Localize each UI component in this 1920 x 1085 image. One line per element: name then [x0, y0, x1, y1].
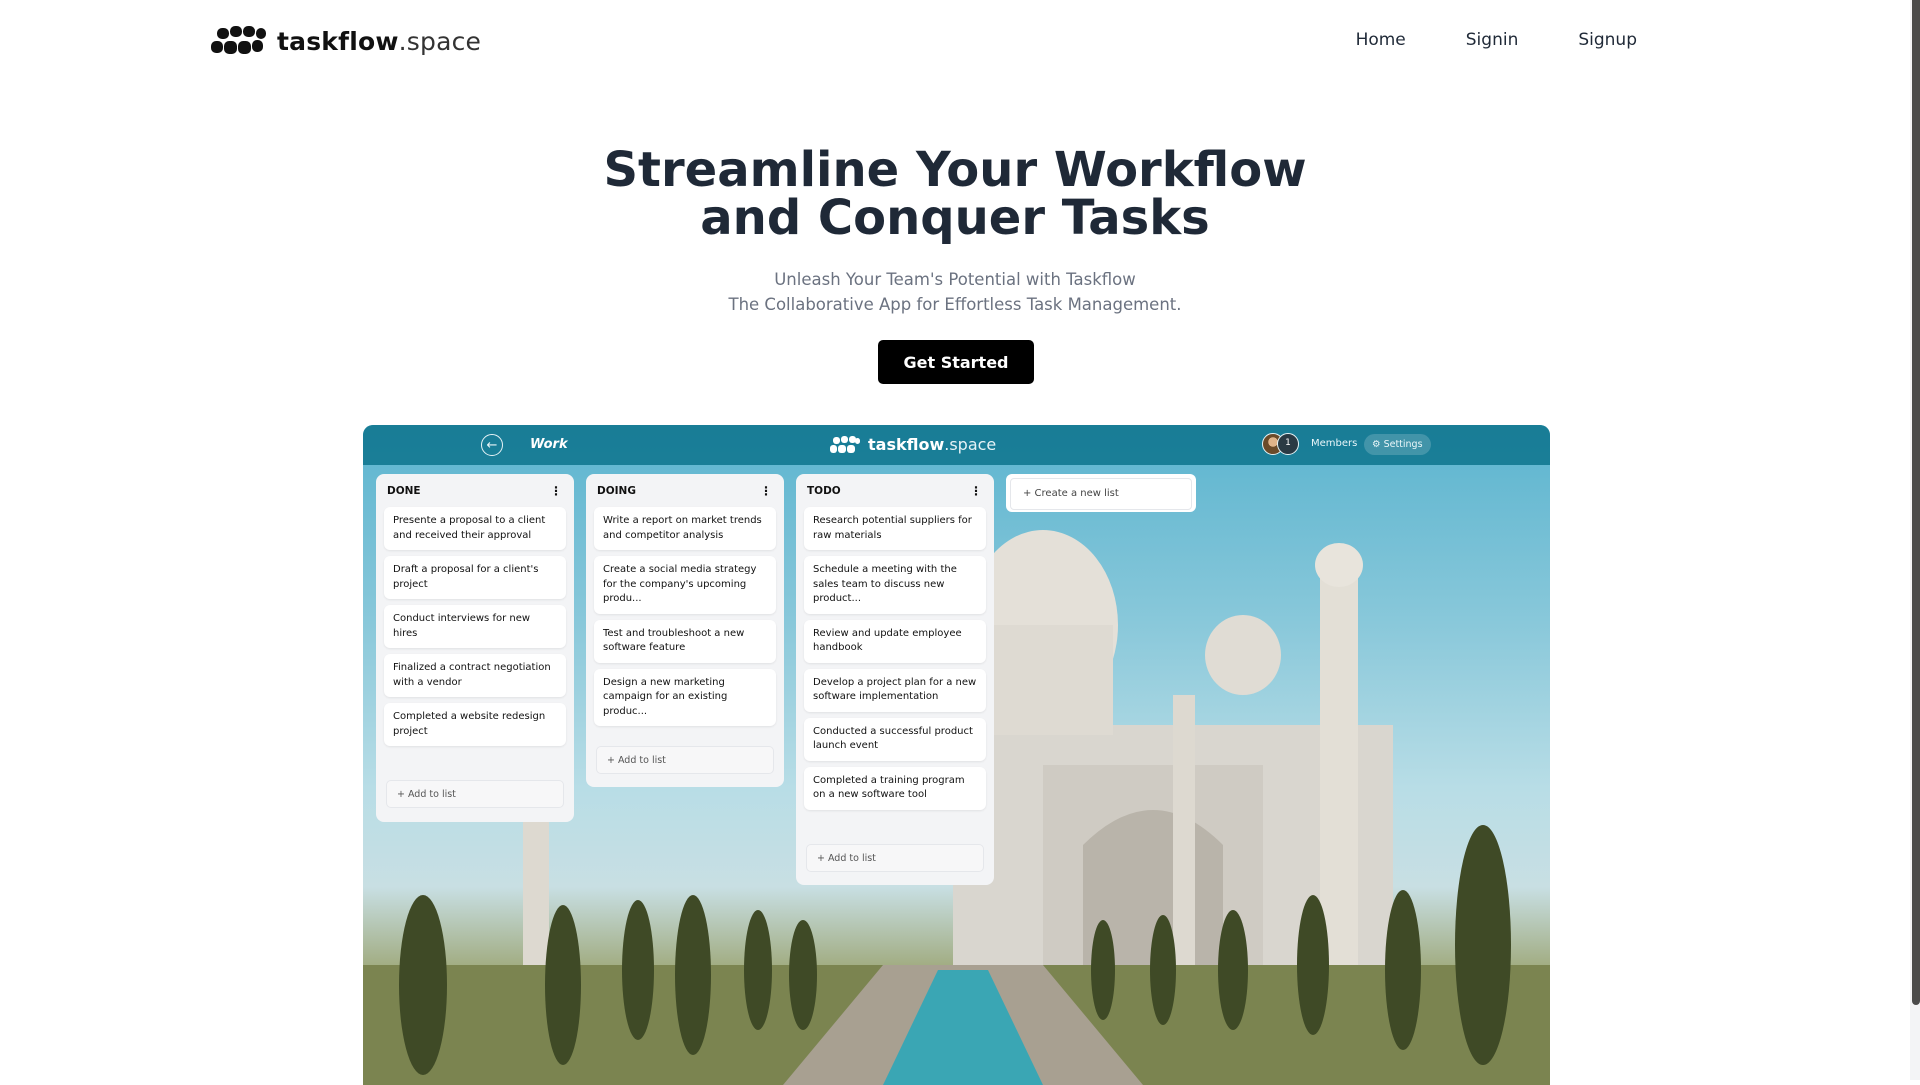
more-options-icon[interactable]: ⋮: [760, 484, 772, 498]
list-doing: DOING ⋮ Write a report on market trends …: [586, 474, 784, 787]
task-card[interactable]: Schedule a meeting with the sales team t…: [804, 556, 986, 614]
board-logo: taskflow.space: [830, 435, 996, 454]
board-logo-text: taskflow.space: [868, 435, 997, 454]
task-card[interactable]: Design a new marketing campaign for an e…: [594, 668, 776, 726]
add-to-list-button[interactable]: + Add to list: [596, 746, 774, 774]
task-card[interactable]: Conducted a successful product launch ev…: [804, 717, 986, 761]
list-done: DONE ⋮ Presente a proposal to a client a…: [376, 474, 574, 822]
page-scrollbar[interactable]: [1910, 0, 1920, 1080]
task-card[interactable]: Write a report on market trends and comp…: [594, 507, 776, 550]
task-card[interactable]: Conduct interviews for new hires: [384, 605, 566, 648]
nav-signin-link[interactable]: Signin: [1466, 30, 1519, 50]
create-list-label: + Create a new list: [1010, 478, 1192, 510]
more-options-icon[interactable]: ⋮: [550, 484, 562, 498]
task-card[interactable]: Draft a proposal for a client's project: [384, 556, 566, 599]
board-name: Work: [530, 437, 568, 452]
task-card[interactable]: Develop a project plan for a new softwar…: [804, 668, 986, 712]
list-title: TODO: [807, 484, 841, 497]
top-nav: Home Signin Signup: [1356, 30, 1637, 50]
task-card[interactable]: Review and update employee handbook: [804, 619, 986, 663]
member-count-badge[interactable]: 1: [1277, 433, 1299, 455]
more-options-icon[interactable]: ⋮: [970, 484, 982, 498]
logo-mark-icon: [211, 26, 266, 56]
site-logo[interactable]: taskflow.space: [211, 26, 481, 56]
members-button[interactable]: Members: [1311, 438, 1357, 449]
task-card[interactable]: Research potential suppliers for raw mat…: [804, 507, 986, 550]
task-card[interactable]: Test and troubleshoot a new software fea…: [594, 619, 776, 663]
task-card[interactable]: Presente a proposal to a client and rece…: [384, 507, 566, 550]
hero-title: Streamline Your Workflow and Conquer Task…: [603, 142, 1307, 246]
logo-mark-icon: [830, 435, 860, 454]
board-preview: ← Work taskflow.space 1 Members ⚙ Settin…: [363, 425, 1550, 1085]
back-arrow-icon[interactable]: ←: [481, 434, 503, 456]
list-header: TODO ⋮: [804, 474, 986, 507]
list-header: DONE ⋮: [384, 474, 566, 507]
scrollbar-thumb[interactable]: [1912, 0, 1920, 1005]
hero-subtitle: Unleash Your Team's Potential with Taskf…: [728, 270, 1182, 314]
board-topbar: ← Work taskflow.space 1 Members ⚙ Settin…: [363, 425, 1550, 465]
task-card[interactable]: Completed a website redesign project: [384, 703, 566, 746]
list-title: DONE: [387, 484, 421, 497]
nav-signup-link[interactable]: Signup: [1578, 30, 1637, 50]
add-to-list-button[interactable]: + Add to list: [806, 844, 984, 872]
list-title: DOING: [597, 484, 636, 497]
gear-icon: ⚙: [1372, 439, 1381, 450]
member-avatars[interactable]: 1: [1262, 433, 1299, 455]
settings-label: Settings: [1383, 439, 1423, 450]
settings-button[interactable]: ⚙ Settings: [1364, 434, 1431, 455]
task-card[interactable]: Completed a training program on a new so…: [804, 766, 986, 810]
task-card[interactable]: Create a social media strategy for the c…: [594, 556, 776, 614]
logo-text: taskflow.space: [277, 26, 482, 56]
nav-home-link[interactable]: Home: [1356, 30, 1406, 50]
create-list-button[interactable]: + Create a new list: [1006, 474, 1196, 512]
get-started-button[interactable]: Get Started: [878, 340, 1034, 384]
task-card[interactable]: Finalized a contract negotiation with a …: [384, 654, 566, 697]
add-to-list-button[interactable]: + Add to list: [386, 780, 564, 808]
list-header: DOING ⋮: [594, 474, 776, 507]
list-todo: TODO ⋮ Research potential suppliers for …: [796, 474, 994, 885]
